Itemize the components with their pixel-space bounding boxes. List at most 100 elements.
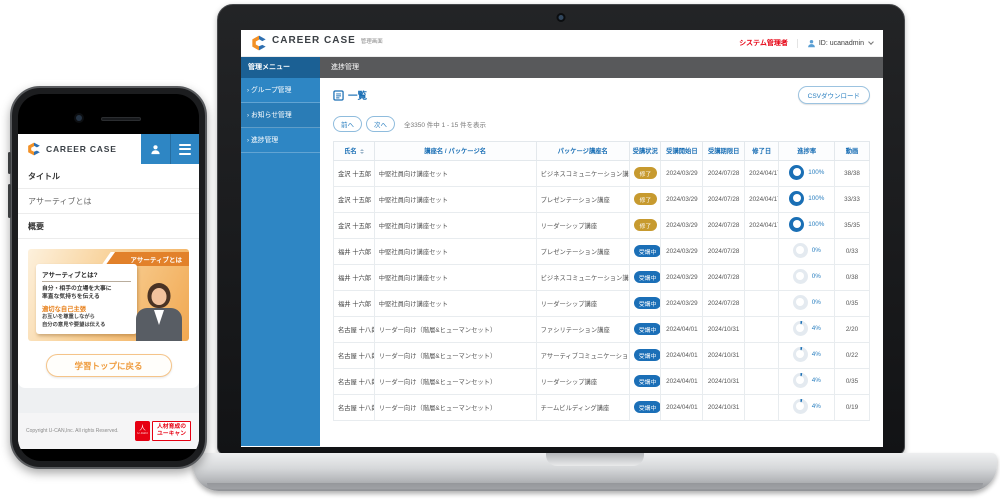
col-header-course: パッケージ講座名 (536, 142, 629, 161)
cell-package: リーダー向け（階層&ヒューマンセット） (374, 368, 536, 394)
status-badge: 修了 (634, 219, 657, 231)
progress-label: 0% (812, 299, 821, 306)
table-row: 金沢 十五郎 中堅社員向け講座セット プレゼンテーション講座 修了 2024/0… (334, 186, 870, 212)
cell-video-count: 0/33 (835, 238, 870, 264)
table-row: 名古屋 十八郎 リーダー向け（階層&ヒューマンセット） ファシリテーション講座 … (334, 316, 870, 342)
table-row: 名古屋 十八郎 リーダー向け（階層&ヒューマンセット） チームビルディング講座 … (334, 394, 870, 420)
cell-status: 受講中 (629, 290, 661, 316)
cell-course: アサーティブコミュニケーション講座 (536, 342, 629, 368)
sidebar: 管理メニュー ›グループ管理 ›お知らせ管理 ›進捗管理 (241, 57, 320, 446)
sidebar-item-group[interactable]: ›グループ管理 (241, 78, 320, 103)
slide-highlight: 適切な自己主張 (42, 304, 131, 313)
ucan-logo: 人 U-CAN 人材育成の ユーキャン (135, 421, 191, 441)
cell-name: 福井 十六郎 (334, 290, 375, 316)
chevron-down-icon (868, 39, 874, 45)
progress-label: 0% (812, 273, 821, 280)
next-page-button[interactable]: 次へ (366, 116, 395, 132)
cell-progress: 100% (779, 160, 835, 186)
cell-start-date: 2024/04/01 (661, 316, 703, 342)
breadcrumb: 進捗管理 (320, 57, 883, 78)
back-to-top-button[interactable]: 学習トップに戻る (46, 354, 172, 377)
cell-start-date: 2024/03/29 (661, 238, 703, 264)
user-menu[interactable]: ID: ucanadmin (797, 39, 873, 48)
cell-start-date: 2024/04/01 (661, 342, 703, 368)
app-header: CAREER CASE 管理画面 システム管理者 ID: ucanadmin (241, 30, 883, 57)
cell-video-count: 35/35 (835, 212, 870, 238)
cell-course: チームビルディング講座 (536, 394, 629, 420)
presenter-figure (135, 283, 183, 341)
progress-label: 100% (808, 221, 824, 228)
cell-name: 金沢 十五郎 (334, 186, 375, 212)
cell-name: 福井 十六郎 (334, 238, 375, 264)
cell-name: 名古屋 十八郎 (334, 368, 375, 394)
account-button[interactable] (141, 134, 170, 164)
progress-donut (789, 165, 804, 180)
menu-button[interactable] (170, 134, 199, 164)
stage: CAREER CASE 管理画面 システム管理者 ID: ucanadmin (0, 0, 1000, 500)
page-title: 一覧 (348, 88, 367, 102)
table-row: 福井 十六郎 中堅社員向け講座セット プレゼンテーション講座 受講中 2024/… (334, 238, 870, 264)
cell-completed-date: 2024/04/17 (745, 186, 779, 212)
cell-course: プレゼンテーション講座 (536, 186, 629, 212)
sidebar-item-label: 進捗管理 (251, 137, 278, 144)
sidebar-item-progress[interactable]: ›進捗管理 (241, 128, 320, 153)
sort-icon[interactable] (360, 147, 364, 156)
progress-donut (793, 321, 808, 336)
table-row: 福井 十六郎 中堅社員向け講座セット リーダーシップ講座 受講中 2024/03… (334, 290, 870, 316)
user-icon (807, 39, 816, 48)
prev-page-button[interactable]: 前へ (333, 116, 362, 132)
cell-completed-date (745, 264, 779, 290)
col-header-name[interactable]: 氏名 (334, 142, 375, 161)
status-badge: 受講中 (634, 297, 661, 309)
cell-package: 中堅社員向け講座セット (374, 238, 536, 264)
progress-donut (793, 373, 808, 388)
lesson-sheet: タイトル アサーティブとは 概要 アサーティブとは アサーティブとは? 自分・相… (18, 164, 199, 388)
phone-footer: Copyright U-CAN,Inc. All rights Reserved… (18, 413, 199, 449)
video-thumbnail[interactable]: アサーティブとは アサーティブとは? 自分・相手の立場を大事に 率直な気持ちを伝… (28, 249, 189, 341)
progress-label: 100% (808, 195, 824, 202)
cell-status: 修了 (629, 160, 661, 186)
phone-screen: CAREER CASE タイトル (18, 94, 199, 461)
table-body: 金沢 十五郎 中堅社員向け講座セット ビジネスコミュニケーション講座 修了 20… (334, 160, 870, 420)
webcam-icon (559, 15, 564, 20)
col-header-label: 氏名 (344, 148, 357, 155)
slide-subline: お互いを尊重しながら (42, 314, 131, 321)
col-header-progress: 進捗率 (779, 142, 835, 161)
cell-course: リーダーシップ講座 (536, 368, 629, 394)
sidebar-item-label: グループ管理 (251, 87, 291, 94)
logo-subtitle: 管理画面 (361, 37, 383, 45)
cell-package: 中堅社員向け講座セット (374, 264, 536, 290)
cell-course: リーダーシップ講座 (536, 290, 629, 316)
cell-status: 受講中 (629, 316, 661, 342)
field-title-label: タイトル (18, 164, 199, 189)
csv-download-button[interactable]: CSVダウンロード (798, 86, 870, 104)
progress-donut (793, 269, 808, 284)
field-overview-label: 概要 (18, 214, 199, 239)
progress-donut (793, 243, 808, 258)
col-header-status: 受講状況 (629, 142, 661, 161)
cell-completed-date: 2024/04/17 (745, 212, 779, 238)
col-header-start: 受講開始日 (661, 142, 703, 161)
sidebar-item-news[interactable]: ›お知らせ管理 (241, 103, 320, 128)
status-badge: 受講中 (634, 323, 661, 335)
cell-due-date: 2024/07/28 (703, 160, 745, 186)
speaker-icon (101, 117, 141, 121)
cell-name: 名古屋 十八郎 (334, 342, 375, 368)
phone-volume-button (8, 152, 11, 174)
career-case-logo-icon (251, 35, 267, 51)
progress-table: 氏名 講座名 / パッケージ名 パッケージ講座名 受講状況 受講開始日 受講期限… (333, 141, 870, 421)
progress-label: 100% (808, 169, 824, 176)
phone-app-header: CAREER CASE (18, 134, 199, 164)
phone-volume-button (8, 184, 11, 218)
cell-completed-date (745, 368, 779, 394)
cell-name: 金沢 十五郎 (334, 160, 375, 186)
cell-status: 受講中 (629, 368, 661, 394)
progress-donut (789, 191, 804, 206)
app-logo: CAREER CASE 管理画面 (251, 35, 383, 51)
cell-package: 中堅社員向け講座セット (374, 160, 536, 186)
slide-subline: 自分の意見や要望は伝える (42, 322, 131, 329)
cell-status: 受講中 (629, 342, 661, 368)
cell-due-date: 2024/07/28 (703, 264, 745, 290)
list-icon (333, 90, 344, 101)
cell-completed-date (745, 316, 779, 342)
